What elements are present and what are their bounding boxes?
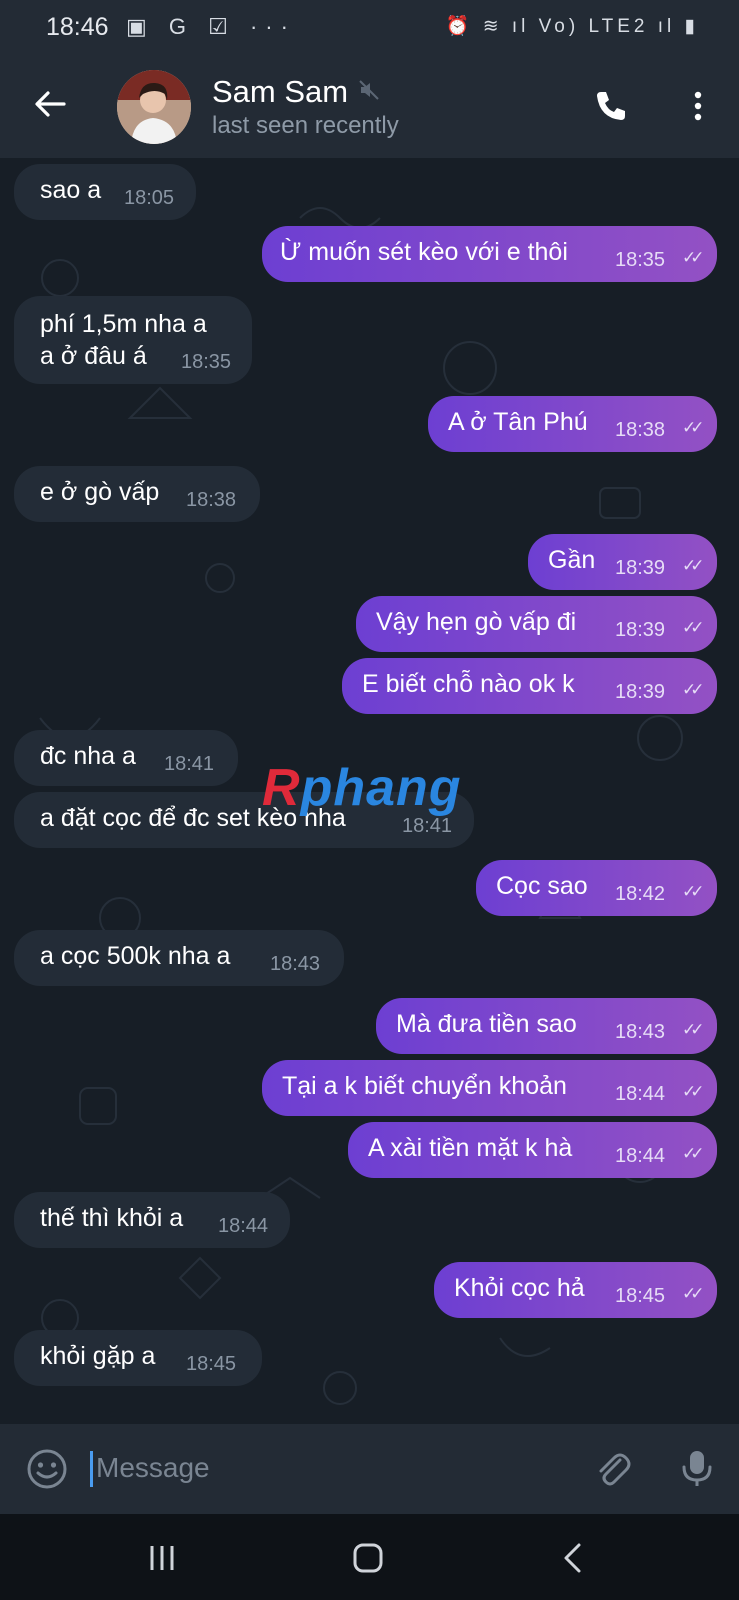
more-options-icon[interactable]: [678, 86, 718, 126]
microphone-icon[interactable]: [675, 1446, 719, 1490]
home-icon[interactable]: [348, 1538, 388, 1578]
read-checkmark-icon: ✓✓: [682, 680, 704, 699]
message-outgoing[interactable]: Mà đưa tiền sao 18:43 ✓✓: [376, 998, 717, 1054]
notification-icons: ▣ G ☑ ···: [126, 14, 296, 39]
message-incoming[interactable]: e ở gò vấp 18:38: [14, 466, 260, 522]
status-time: 18:46: [46, 13, 109, 41]
text-cursor: [90, 1451, 93, 1487]
avatar-photo: [117, 70, 191, 144]
message-incoming[interactable]: sao a 18:05: [14, 164, 196, 220]
message-outgoing[interactable]: A ở Tân Phú 18:38 ✓✓: [428, 396, 717, 452]
message-outgoing[interactable]: Tại a k biết chuyển khoản 18:44 ✓✓: [262, 1060, 717, 1116]
read-checkmark-icon: ✓✓: [682, 248, 704, 267]
emoji-icon[interactable]: [25, 1447, 69, 1491]
read-checkmark-icon: ✓✓: [682, 1284, 704, 1303]
back-arrow-icon[interactable]: [30, 84, 70, 124]
system-nav-bar: [0, 1514, 739, 1600]
contact-name[interactable]: Sam Sam: [212, 74, 348, 110]
status-bar: 18:46 ▣ G ☑ ··· ⏰ ≋ ıl Vo) LTE2 ıl ▮: [0, 0, 739, 58]
message-outgoing[interactable]: Ừ muốn sét kèo với e thôi 18:35 ✓✓: [262, 226, 717, 282]
read-checkmark-icon: ✓✓: [682, 882, 704, 901]
read-checkmark-icon: ✓✓: [682, 556, 704, 575]
message-incoming[interactable]: a cọc 500k nha a 18:43: [14, 930, 344, 986]
chat-header: Sam Sam last seen recently: [0, 58, 739, 158]
system-icons: ⏰ ≋ ıl Vo) LTE2 ıl ▮: [445, 16, 699, 37]
read-checkmark-icon: ✓✓: [682, 418, 704, 437]
recent-apps-icon[interactable]: [142, 1538, 182, 1578]
read-checkmark-icon: ✓✓: [682, 1144, 704, 1163]
message-incoming[interactable]: khỏi gặp a 18:45: [14, 1330, 262, 1386]
message-incoming[interactable]: phí 1,5m nha a a ở đâu á 18:35: [14, 296, 252, 384]
message-outgoing[interactable]: Cọc sao 18:42 ✓✓: [476, 860, 717, 916]
read-checkmark-icon: ✓✓: [682, 618, 704, 637]
read-checkmark-icon: ✓✓: [682, 1020, 704, 1039]
last-seen-status: last seen recently: [212, 112, 399, 139]
message-outgoing[interactable]: E biết chỗ nào ok k 18:39 ✓✓: [342, 658, 717, 714]
message-input-bar: Message: [0, 1424, 739, 1514]
message-outgoing[interactable]: Gần 18:39 ✓✓: [528, 534, 717, 590]
phone-call-icon[interactable]: [590, 86, 630, 126]
message-outgoing[interactable]: A xài tiền mặt k hà 18:44 ✓✓: [348, 1122, 717, 1178]
watermark-logo: Rphang: [262, 759, 462, 817]
read-checkmark-icon: ✓✓: [682, 1082, 704, 1101]
message-outgoing[interactable]: Khỏi cọc hả 18:45 ✓✓: [434, 1262, 717, 1318]
muted-icon: [359, 80, 379, 100]
message-outgoing[interactable]: Vậy hẹn gò vấp đi 18:39 ✓✓: [356, 596, 717, 652]
attach-icon[interactable]: [590, 1446, 634, 1490]
message-incoming[interactable]: thế thì khỏi a 18:44: [14, 1192, 290, 1248]
message-input[interactable]: Message: [96, 1452, 210, 1484]
nav-back-icon[interactable]: [554, 1538, 594, 1578]
avatar[interactable]: [117, 70, 191, 144]
message-incoming[interactable]: đc nha a 18:41: [14, 730, 238, 786]
